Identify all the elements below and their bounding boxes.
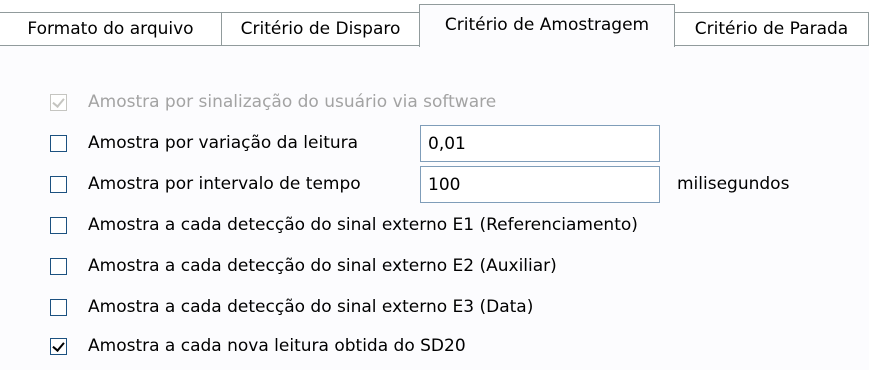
- tab-strip: Formato do arquivo Critério de Disparo C…: [0, 0, 869, 47]
- tab-criterio-de-disparo[interactable]: Critério de Disparo: [221, 12, 420, 45]
- option-label: Amostra a cada detecção do sinal externo…: [88, 297, 534, 317]
- option-label: Amostra a cada detecção do sinal externo…: [88, 215, 638, 235]
- reading-variation-checkbox[interactable]: [50, 134, 67, 152]
- reading-variation-input[interactable]: 0,01: [420, 125, 660, 162]
- time-interval-input[interactable]: 100: [420, 166, 660, 203]
- option-user-signal: Amostra por sinalização do usuário via s…: [50, 90, 496, 114]
- external-e3-checkbox[interactable]: [50, 298, 67, 316]
- time-interval-checkbox[interactable]: [50, 175, 67, 193]
- external-e1-checkbox[interactable]: [50, 216, 67, 234]
- option-label: Amostra por sinalização do usuário via s…: [88, 92, 497, 112]
- checkmark-icon: [52, 338, 65, 352]
- tab-label: Critério de Amostragem: [444, 15, 650, 35]
- external-e2-checkbox[interactable]: [50, 257, 67, 275]
- option-label: Amostra a cada detecção do sinal externo…: [88, 256, 557, 276]
- option-time-interval: Amostra por intervalo de tempo: [50, 172, 361, 196]
- tab-formato-do-arquivo[interactable]: Formato do arquivo: [0, 12, 222, 45]
- checkmark-icon: [52, 94, 65, 108]
- option-reading-variation: Amostra por variação da leitura: [50, 131, 358, 155]
- new-reading-sd20-checkbox[interactable]: [50, 337, 67, 355]
- sampling-criteria-panel: Amostra por sinalização do usuário via s…: [0, 45, 869, 370]
- tab-label: Critério de Disparo: [240, 19, 401, 39]
- option-label: Amostra por variação da leitura: [88, 133, 359, 153]
- tab-criterio-de-parada[interactable]: Critério de Parada: [674, 12, 869, 45]
- tab-label: Formato do arquivo: [27, 19, 194, 39]
- time-interval-unit: milisegundos: [677, 174, 790, 194]
- tab-label: Critério de Parada: [694, 19, 849, 39]
- option-new-reading-sd20: Amostra a cada nova leitura obtida do SD…: [50, 334, 466, 358]
- option-label: Amostra a cada nova leitura obtida do SD…: [88, 336, 466, 356]
- option-external-e3: Amostra a cada detecção do sinal externo…: [50, 295, 533, 319]
- reading-variation-value: 0,01: [428, 133, 466, 154]
- time-interval-value: 100: [428, 174, 461, 195]
- option-label: Amostra por intervalo de tempo: [88, 174, 361, 194]
- option-external-e2: Amostra a cada detecção do sinal externo…: [50, 254, 557, 278]
- option-external-e1: Amostra a cada detecção do sinal externo…: [50, 213, 638, 237]
- user-signal-checkbox: [50, 93, 67, 111]
- tab-criterio-de-amostragem[interactable]: Critério de Amostragem: [419, 4, 675, 47]
